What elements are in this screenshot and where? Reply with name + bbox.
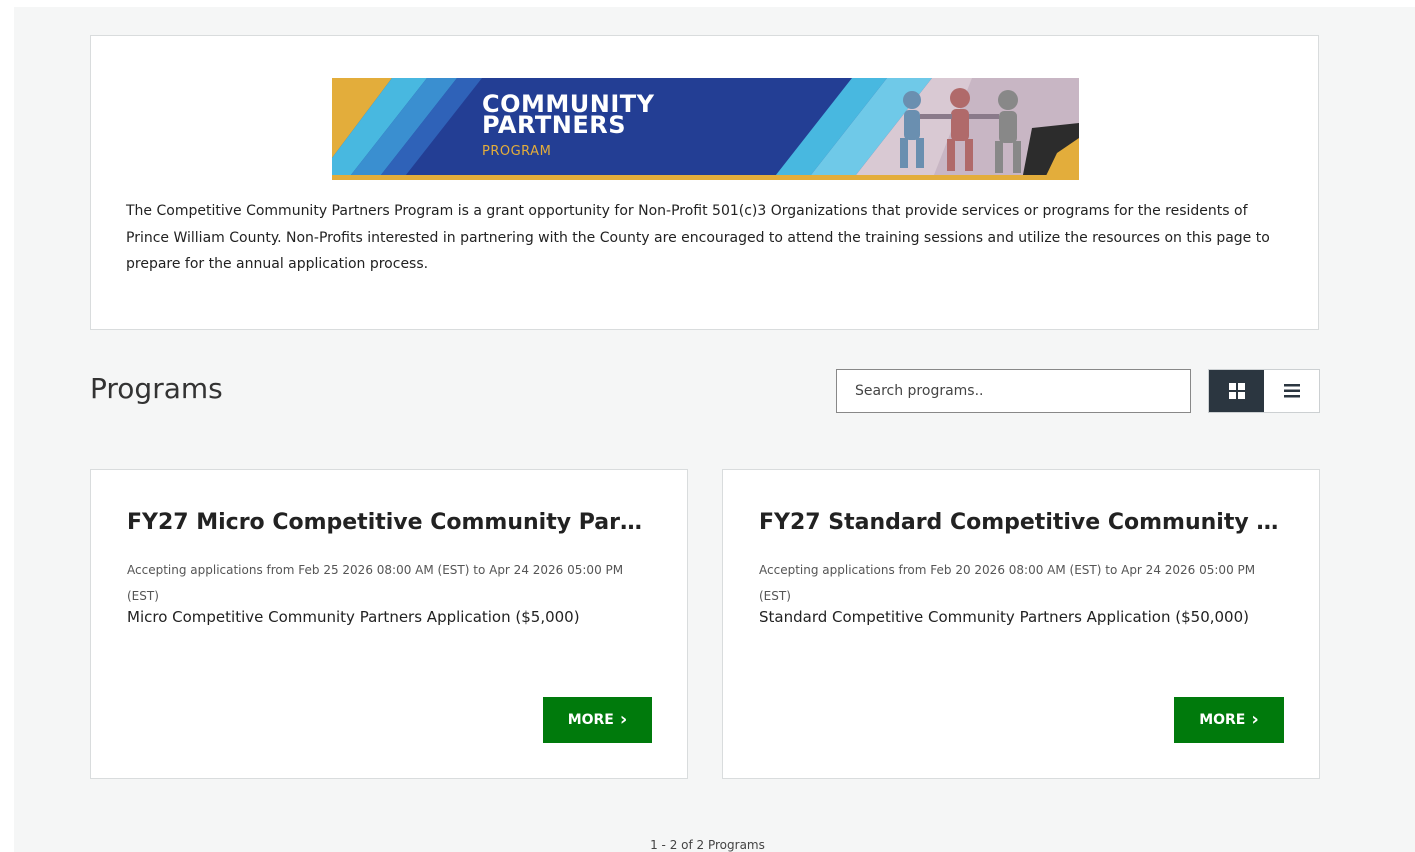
program-card-description: Micro Competitive Community Partners App… — [127, 608, 580, 626]
intro-description: The Competitive Community Partners Progr… — [126, 203, 1270, 272]
chevron-right-icon: › — [1251, 709, 1259, 730]
program-card-title[interactable]: FY27 Standard Competitive Community P... — [759, 510, 1284, 535]
banner-graphic — [332, 78, 1079, 180]
program-card-title[interactable]: FY27 Micro Competitive Community Part... — [127, 510, 652, 535]
banner-title-line2: PARTNERS — [482, 111, 626, 139]
program-card-dates: Accepting applications from Feb 20 2026 … — [759, 563, 1256, 603]
grid-icon — [1228, 383, 1245, 399]
grid-view-button[interactable] — [1209, 370, 1264, 412]
program-card-description: Standard Competitive Community Partners … — [759, 608, 1249, 626]
banner-title: COMMUNITY PARTNERS — [482, 92, 655, 139]
banner-subtitle: PROGRAM — [482, 144, 552, 159]
more-button-label: MORE — [1199, 712, 1246, 728]
list-view-button[interactable] — [1264, 370, 1319, 412]
more-button[interactable]: MORE › — [543, 697, 652, 743]
view-toggle — [1208, 369, 1320, 413]
program-banner: COMMUNITY PARTNERS PROGRAM — [332, 78, 1079, 180]
program-card: FY27 Micro Competitive Community Part...… — [90, 469, 688, 779]
more-button-label: MORE — [567, 712, 614, 728]
program-card-dates: Accepting applications from Feb 25 2026 … — [127, 563, 624, 603]
pagination-summary: 1 - 2 of 2 Programs — [650, 838, 765, 852]
list-icon — [1283, 384, 1300, 398]
more-button[interactable]: MORE › — [1174, 697, 1284, 743]
programs-heading: Programs — [90, 372, 223, 405]
intro-card: COMMUNITY PARTNERS PROGRAM The Competiti… — [90, 35, 1319, 330]
search-programs-input[interactable] — [836, 369, 1191, 413]
program-card: FY27 Standard Competitive Community P...… — [722, 469, 1320, 779]
chevron-right-icon: › — [619, 709, 628, 730]
